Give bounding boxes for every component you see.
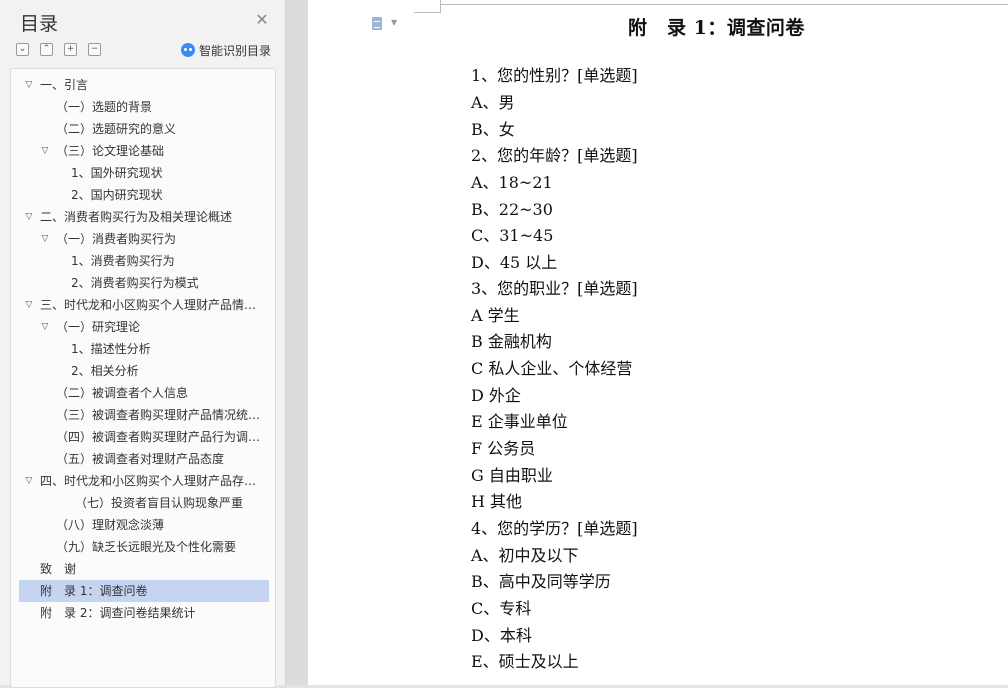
toc-item[interactable]: （二）被调查者个人信息 <box>19 382 269 404</box>
toc-item[interactable]: ▽ （三）论文理论基础 <box>19 140 269 162</box>
toc-item[interactable]: （七）投资者盲目认购现象严重 <box>19 492 269 514</box>
document-line: A、18~21 <box>471 173 553 192</box>
document-line: H 其他 <box>471 492 523 511</box>
document-line: A 学生 <box>471 306 520 325</box>
page-corner-mark <box>414 12 440 13</box>
document-line: D 外企 <box>471 386 521 405</box>
toc-item[interactable]: （五）被调查者对理财产品态度 <box>19 448 269 470</box>
toc-item-label: 1、消费者购买行为 <box>71 254 175 268</box>
document-line: D、45 以上 <box>471 253 558 272</box>
smart-toc-label: 智能识别目录 <box>199 43 272 58</box>
document-margin <box>286 0 308 685</box>
toc-item-label: （九）缺乏长远眼光及个性化需要 <box>56 540 237 554</box>
toc-item[interactable]: 2、国内研究现状 <box>19 184 269 206</box>
document-line: 4、您的学历？[单选题] <box>471 519 638 538</box>
toc-item-label: （八）理财观念淡薄 <box>56 518 165 532</box>
expand-all-icon[interactable]: ⌄ <box>16 43 29 56</box>
toc-sidebar: 目录 ✕ ⌄ ⌃ + − 智能识别目录 ▽ 一、引言 （一）选题的背景 （二）选题研究… <box>0 0 286 688</box>
toc-item[interactable]: 2、消费者购买行为模式 <box>19 272 269 294</box>
toc-item-label: 致 谢 <box>40 562 77 576</box>
chevron-down-icon[interactable]: ▽ <box>23 74 35 96</box>
toc-item[interactable]: 2、相关分析 <box>19 360 269 382</box>
toc-item[interactable]: ▽ 一、引言 <box>19 74 269 96</box>
document-icon[interactable] <box>372 17 382 30</box>
toc-item[interactable]: 附 录 2：调查问卷结果统计 <box>19 602 269 624</box>
toc-tree: ▽ 一、引言 （一）选题的背景 （二）选题研究的意义 ▽ （三）论文理论基础 1、国外研究现… <box>10 68 276 688</box>
toc-item-label: 二、消费者购买行为及相关理论概述 <box>40 210 233 224</box>
toc-item-label: 2、消费者购买行为模式 <box>71 276 199 290</box>
document-line: D、本科 <box>471 626 532 645</box>
toc-item-label: 2、相关分析 <box>71 364 139 378</box>
toc-item-label: 2、国内研究现状 <box>71 188 163 202</box>
toc-item-label: （二）选题研究的意义 <box>56 122 177 136</box>
document-line: B 金融机构 <box>471 332 552 351</box>
close-icon[interactable]: ✕ <box>254 12 270 28</box>
toc-item-label: 1、描述性分析 <box>71 342 151 356</box>
toc-item-label: （七）投资者盲目认购现象严重 <box>75 496 244 510</box>
document-line: C、专科 <box>471 599 532 618</box>
sidebar-title: 目录 <box>20 13 59 35</box>
document-line: B、22~30 <box>471 200 553 219</box>
smart-toc-icon <box>181 43 195 57</box>
document-line: 3、您的职业？[单选题] <box>471 279 638 298</box>
toc-item-label: （一）研究理论 <box>56 320 141 334</box>
document-line: E 企事业单位 <box>471 412 568 431</box>
document-line: F 公务员 <box>471 439 536 458</box>
smart-toc-button[interactable]: 智能识别目录 <box>181 42 271 58</box>
toc-item-label: （二）被调查者个人信息 <box>56 386 189 400</box>
document-page[interactable]: ▼ 附 录 1：调查问卷 1、您的性别？[单选题] A、男 B、女 2、您的年龄？[单… <box>308 0 1008 685</box>
document-line: A、男 <box>471 93 515 112</box>
document-line: B、高中及同等学历 <box>471 572 611 591</box>
toc-item-label: （三）论文理论基础 <box>56 144 165 158</box>
add-heading-icon[interactable]: + <box>64 43 77 56</box>
toc-item[interactable]: ▽ 四、时代龙和小区购买个人理财产品存在的问题 <box>19 470 269 492</box>
toc-item[interactable]: 1、描述性分析 <box>19 338 269 360</box>
toc-item-label: 附 录 1：调查问卷 <box>40 584 148 598</box>
toc-item[interactable]: （九）缺乏长远眼光及个性化需要 <box>19 536 269 558</box>
toc-item[interactable]: （八）理财观念淡薄 <box>19 514 269 536</box>
toc-item[interactable]: （四）被调查者购买理财产品行为调查分析 <box>19 426 269 448</box>
toc-item-label: 附 录 2：调查问卷结果统计 <box>40 606 196 620</box>
toc-item-label: （三）被调查者购买理财产品情况统计分析 <box>56 408 265 422</box>
toc-item-label: （四）被调查者购买理财产品行为调查分析 <box>56 430 265 444</box>
toc-item-label: 四、时代龙和小区购买个人理财产品存在的问题 <box>40 474 265 488</box>
document-line: B、女 <box>471 120 515 139</box>
toc-item-label: 一、引言 <box>40 78 89 92</box>
toc-item[interactable]: 1、消费者购买行为 <box>19 250 269 272</box>
page-corner-mark <box>440 0 441 13</box>
chevron-down-icon[interactable]: ▽ <box>23 294 35 316</box>
toc-item-label: （一）选题的背景 <box>56 100 153 114</box>
document-line: A、初中及以下 <box>471 546 579 565</box>
document-line: 2、您的年龄？[单选题] <box>471 146 638 165</box>
toc-item-label: （五）被调查者对理财产品态度 <box>56 452 225 466</box>
chevron-down-icon[interactable]: ▼ <box>391 18 397 27</box>
document-line: G 自由职业 <box>471 466 553 485</box>
remove-heading-icon[interactable]: − <box>88 43 101 56</box>
toc-item[interactable]: 致 谢 <box>19 558 269 580</box>
toc-item[interactable]: ▽ （一）消费者购买行为 <box>19 228 269 250</box>
appendix-title: 附 录 1：调查问卷 <box>628 17 805 39</box>
chevron-down-icon[interactable]: ▽ <box>23 470 35 492</box>
chevron-down-icon[interactable]: ▽ <box>23 206 35 228</box>
toc-item[interactable]: ▽ 三、时代龙和小区购买个人理财产品情况调查 <box>19 294 269 316</box>
document-line: C、31~45 <box>471 226 554 245</box>
toc-item[interactable]: ▽ （一）研究理论 <box>19 316 269 338</box>
toc-item-label: （一）消费者购买行为 <box>56 232 177 246</box>
collapse-all-icon[interactable]: ⌃ <box>40 43 53 56</box>
chevron-down-icon[interactable]: ▽ <box>39 140 51 162</box>
document-line: E、硕士及以上 <box>471 652 579 671</box>
page-top-border <box>440 4 1008 5</box>
chevron-down-icon[interactable]: ▽ <box>39 316 51 338</box>
document-line: 1、您的性别？[单选题] <box>471 66 638 85</box>
toc-item-label: 1、国外研究现状 <box>71 166 163 180</box>
chevron-down-icon[interactable]: ▽ <box>39 228 51 250</box>
toc-item[interactable]: 附 录 1：调查问卷 <box>19 580 269 602</box>
toc-item[interactable]: （二）选题研究的意义 <box>19 118 269 140</box>
toc-item[interactable]: 1、国外研究现状 <box>19 162 269 184</box>
toc-item-label: 三、时代龙和小区购买个人理财产品情况调查 <box>40 298 265 312</box>
toc-item[interactable]: （三）被调查者购买理财产品情况统计分析 <box>19 404 269 426</box>
document-line: C 私人企业、个体经营 <box>471 359 633 378</box>
toc-item[interactable]: ▽ 二、消费者购买行为及相关理论概述 <box>19 206 269 228</box>
toc-item[interactable]: （一）选题的背景 <box>19 96 269 118</box>
